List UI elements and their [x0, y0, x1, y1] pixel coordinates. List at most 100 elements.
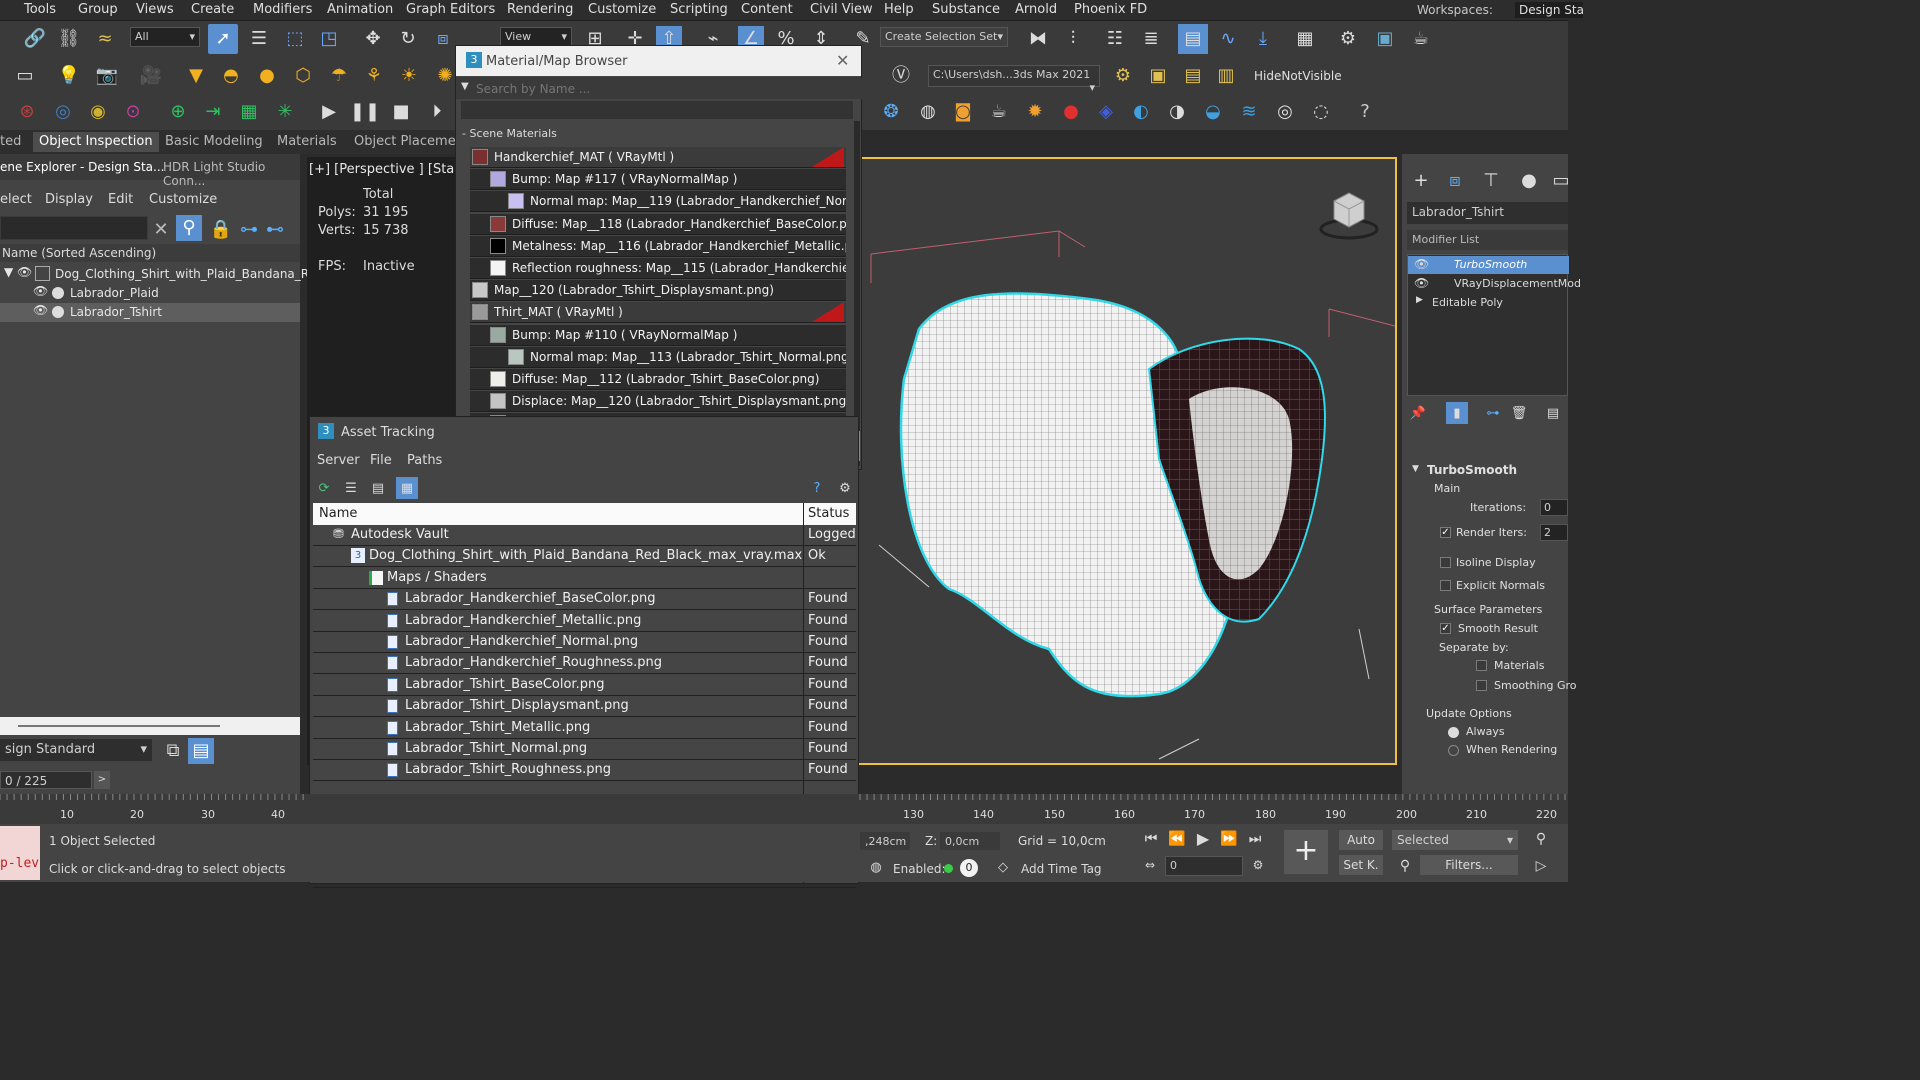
unlink-icon[interactable]: ⛓ — [56, 26, 82, 52]
drop-icon[interactable]: ◎ — [50, 99, 76, 125]
render-production-icon[interactable]: ☕ — [1408, 26, 1434, 52]
asset-row[interactable]: 3 Dog_Clothing_Shirt_with_Plaid_Bandana_R… — [313, 546, 856, 568]
workspaces-dropdown[interactable]: Design Standa — [1515, 2, 1583, 18]
play-icon[interactable]: ▶ — [316, 99, 342, 125]
zoom-icon[interactable]: ⚲ — [1530, 828, 1552, 850]
expand-arrow-icon[interactable]: ▼ — [4, 265, 13, 279]
expand-arrow-icon[interactable]: ▶ — [1416, 295, 1423, 305]
hide-not-visible-label[interactable]: HideNotVisible — [1254, 69, 1342, 83]
rendered-frame-window-icon[interactable]: ▣ — [1372, 26, 1398, 52]
scrollbar-thumb[interactable] — [18, 725, 220, 727]
modifier-stack-item[interactable]: 👁 VRayDisplacementMod — [1408, 275, 1581, 293]
z-coordinate-field[interactable]: 0,0cm — [940, 832, 1000, 850]
menu-server[interactable]: Server — [317, 453, 360, 468]
configure-sets-icon[interactable]: ▤ — [1542, 402, 1564, 424]
pin-stack-icon[interactable]: 📌 — [1407, 402, 1429, 424]
eye-icon[interactable]: 👁 — [1414, 257, 1429, 271]
ring-icon[interactable]: ◉ — [85, 99, 111, 125]
go-to-end-icon[interactable]: ⏭ — [1244, 828, 1266, 850]
select-object-icon[interactable]: ➚ — [208, 24, 238, 54]
save-project-icon[interactable]: ▥ — [1213, 63, 1239, 89]
phoenix-liquid-icon[interactable]: ◐ — [1128, 99, 1154, 125]
previous-frame-icon[interactable]: ⏪ — [1166, 828, 1188, 850]
layer-explorer-icon[interactable]: ≣ — [1138, 26, 1164, 52]
menu-views[interactable]: Views — [136, 2, 174, 17]
modifier-list-dropdown[interactable]: Modifier List — [1407, 230, 1568, 250]
menu-substance[interactable]: Substance — [932, 2, 1000, 17]
align-icon[interactable]: ⫶ — [1060, 26, 1086, 52]
phoenix-particle-icon[interactable]: ◈ — [1093, 99, 1119, 125]
globe-icon[interactable]: ⊕ — [165, 99, 191, 125]
tab-materials[interactable]: Materials — [277, 134, 337, 149]
scene-explorer-toggle-icon[interactable]: ▤ — [188, 738, 214, 764]
scene-explorer-icon[interactable]: ☷ — [1102, 26, 1128, 52]
menu-edit[interactable]: Edit — [108, 192, 133, 207]
asset-row[interactable]: ⛃ Autodesk Vault Logged — [313, 525, 856, 546]
go-to-start-icon[interactable]: ⏮ — [1140, 828, 1162, 850]
rollout-collapse-icon[interactable]: ▼ — [1412, 464, 1419, 474]
modifier-stack-item-selected[interactable]: 👁 TurboSmooth — [1408, 256, 1569, 274]
enabled-value[interactable]: 0 — [960, 859, 978, 877]
map-row[interactable]: Diffuse: Map__118 (Labrador_Handkerchief… — [470, 213, 846, 235]
play-icon[interactable]: ▶ — [1192, 828, 1214, 850]
iterations-spinner[interactable]: 0 — [1540, 499, 1568, 516]
frame-counter[interactable]: 0 / 225 — [0, 771, 92, 789]
arrow-right-icon[interactable]: ⇥ — [200, 99, 226, 125]
render-play-icon[interactable]: ⏵ — [424, 99, 450, 125]
scripts-icon[interactable]: ⊛ — [14, 99, 40, 125]
reference-coordinate-dropdown[interactable]: View ▾ — [500, 27, 572, 47]
sun-icon[interactable]: ☀ — [396, 63, 422, 89]
help-icon[interactable]: ? — [1352, 99, 1378, 125]
target-icon[interactable]: ⊙ — [120, 99, 146, 125]
smooth-result-checkbox[interactable]: ✓ — [1440, 623, 1451, 634]
show-end-result-icon[interactable]: ▮ — [1446, 402, 1468, 424]
asset-tracking-titlebar[interactable]: 3 Asset Tracking — [310, 417, 456, 447]
set-key-icon[interactable]: + — [1284, 830, 1328, 874]
tab-scene-explorer[interactable]: ene Explorer - Design Sta... — [0, 160, 164, 174]
map-row[interactable]: Bump: Map #110 ( VRayNormalMap ) — [470, 324, 846, 346]
ambient-light-icon[interactable]: ⚘ — [361, 63, 387, 89]
filters-button[interactable]: Filters... — [1420, 855, 1518, 875]
chevron-down-icon[interactable]: ▼ — [461, 81, 469, 92]
schematic-view-icon[interactable]: ⤓ — [1250, 26, 1276, 52]
menu-arnold[interactable]: Arnold — [1015, 2, 1057, 17]
spot-light-icon[interactable]: ▼ — [183, 63, 209, 89]
menu-rendering[interactable]: Rendering — [507, 2, 573, 17]
eye-icon[interactable]: 👁 — [17, 265, 32, 279]
menu-content[interactable]: Content — [741, 2, 793, 17]
orbit-icon[interactable]: ▷ — [1530, 855, 1552, 877]
scene-tree-item-selected[interactable]: 👁 Labrador_Tshirt — [0, 303, 300, 322]
table-view-icon[interactable]: ▦ — [396, 477, 418, 499]
mesh-light-icon[interactable]: ⬡ — [290, 63, 316, 89]
explicit-normals-checkbox[interactable] — [1440, 580, 1451, 591]
phoenix-cup-icon[interactable]: ☕ — [986, 99, 1012, 125]
status-column-header[interactable]: Status — [808, 506, 849, 521]
help-icon[interactable]: ? — [806, 477, 828, 499]
menu-file[interactable]: File — [370, 453, 392, 468]
dome-light-icon[interactable]: ◓ — [218, 63, 244, 89]
phoenix-bucket-icon[interactable]: ◙ — [950, 99, 976, 125]
add-time-tag[interactable]: Add Time Tag — [1021, 862, 1102, 876]
timeline[interactable]: 10 20 30 40 130 140 150 160 170 180 190 … — [0, 794, 1568, 824]
time-configuration-icon[interactable]: ⚙ — [1248, 855, 1268, 875]
grid-icon[interactable]: ▦ — [236, 99, 262, 125]
browser-scrollbar[interactable] — [854, 121, 860, 466]
scene-tree-root[interactable]: ▼ 👁 Dog_Clothing_Shirt_with_Plaid_Bandan… — [0, 265, 338, 284]
tab-object-inspection[interactable]: Object Inspection — [33, 132, 159, 152]
link-icon[interactable]: 🔗 — [22, 26, 48, 52]
create-tab-icon[interactable]: + — [1408, 168, 1434, 194]
menu-graph-editors[interactable]: Graph Editors — [406, 2, 495, 17]
tab-object-placement[interactable]: Object Placemen — [354, 134, 464, 149]
phoenix-foam-icon[interactable]: ◑ — [1164, 99, 1190, 125]
asset-row[interactable]: Maps / Shaders — [313, 568, 856, 589]
close-icon[interactable]: ✕ — [836, 51, 849, 70]
modify-tab-icon[interactable]: ⧈ — [1442, 168, 1468, 194]
phoenix-explosion-icon[interactable]: ✹ — [1022, 99, 1048, 125]
create-selection-set-dropdown[interactable]: Create Selection Set ▾ — [880, 27, 1008, 47]
map-row[interactable]: Map__120 (Labrador_Tshirt_Displaysmant.p… — [470, 280, 846, 302]
render-iters-spinner[interactable]: 2 — [1540, 524, 1568, 541]
when-rendering-radio[interactable] — [1448, 745, 1459, 756]
detail-view-icon[interactable]: ▤ — [367, 477, 389, 499]
phoenix-smoke-icon[interactable]: ◍ — [915, 99, 941, 125]
map-row[interactable]: Reflection roughness: Map__115 (Labrador… — [470, 258, 846, 279]
